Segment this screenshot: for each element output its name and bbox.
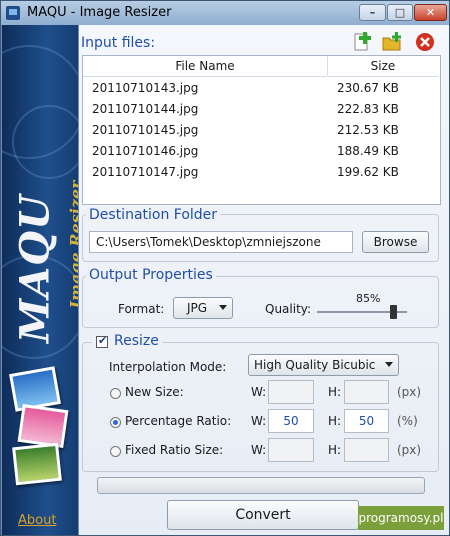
height-input[interactable]: 50 <box>344 409 389 433</box>
file-name-cell: 20110710146.jpg <box>92 144 199 158</box>
width-label: W: <box>251 385 267 399</box>
width-input[interactable]: 50 <box>268 409 314 433</box>
minimize-icon: – <box>369 6 376 19</box>
unit-label: (%) <box>397 414 418 428</box>
progress-bar <box>97 477 425 494</box>
chevron-down-icon <box>219 305 227 310</box>
interpolation-label: Interpolation Mode: <box>109 360 227 374</box>
resize-option-radio[interactable] <box>110 417 121 428</box>
window-title: MAQU - Image Resizer <box>27 5 172 20</box>
app-icon <box>6 6 20 20</box>
brand-logo: MAQU Image Resizer <box>2 175 79 365</box>
width-label: W: <box>251 414 267 428</box>
height-label: H: <box>328 443 342 457</box>
file-size-cell: 222.83 KB <box>337 102 399 116</box>
chevron-down-icon <box>385 362 393 367</box>
height-input[interactable] <box>344 380 389 404</box>
table-row[interactable]: 20110710147.jpg 199.62 KB <box>83 162 438 183</box>
close-button[interactable]: ✕ <box>414 4 447 21</box>
photo-icon-flowers <box>17 403 69 449</box>
unit-label: (px) <box>397 443 422 457</box>
quality-slider-thumb[interactable] <box>390 305 397 319</box>
width-input[interactable] <box>268 380 314 404</box>
file-name-cell: 20110710143.jpg <box>92 81 199 95</box>
quality-label: Quality: <box>265 302 312 316</box>
resize-option-radio[interactable] <box>110 446 121 457</box>
maximize-button[interactable]: □ <box>387 4 413 21</box>
input-files-label: Input files: <box>81 35 156 51</box>
column-header-filename[interactable]: File Name <box>83 56 327 77</box>
file-size-cell: 188.49 KB <box>337 144 399 158</box>
add-folder-icon[interactable] <box>381 31 403 53</box>
column-header-size[interactable]: Size <box>328 56 438 77</box>
destination-path-input[interactable]: C:\Users\Tomek\Desktop\zmniejszone <box>89 231 353 253</box>
sidebar: MAQU Image Resizer <box>2 25 78 535</box>
height-label: H: <box>328 385 342 399</box>
file-size-cell: 212.53 KB <box>337 123 399 137</box>
output-properties-label: Output Properties <box>86 267 216 283</box>
resize-option-label: Percentage Ratio: <box>125 414 232 428</box>
format-value: JPG <box>187 301 208 315</box>
file-size-cell: 199.62 KB <box>337 165 399 179</box>
add-file-icon[interactable] <box>351 31 373 53</box>
file-name-cell: 20110710145.jpg <box>92 123 199 137</box>
convert-button[interactable]: Convert <box>167 500 359 530</box>
height-input[interactable] <box>344 438 389 462</box>
app-window: MAQU - Image Resizer – □ ✕ MAQU Image Re… <box>0 0 450 536</box>
interpolation-select[interactable]: High Quality Bicubic <box>248 354 399 376</box>
resize-checkbox[interactable]: ✔ <box>96 334 108 348</box>
file-size-cell: 230.67 KB <box>337 81 399 95</box>
height-label: H: <box>328 414 342 428</box>
quality-value: 85% <box>356 292 381 305</box>
resize-option-radio[interactable] <box>110 388 121 399</box>
minimize-button[interactable]: – <box>359 4 386 21</box>
table-row[interactable]: 20110710146.jpg 188.49 KB <box>83 141 438 162</box>
close-icon: ✕ <box>425 6 436 19</box>
file-list[interactable]: File Name Size 20110710143.jpg 230.67 KB 2… <box>82 55 441 205</box>
destination-label: Destination Folder <box>86 207 221 223</box>
file-name-cell: 20110710144.jpg <box>92 102 199 116</box>
watermark-logo: programosy.pl <box>358 506 444 530</box>
title-bar[interactable]: MAQU - Image Resizer – □ ✕ <box>1 1 449 25</box>
remove-icon[interactable] <box>414 31 436 53</box>
about-link[interactable]: About <box>18 513 56 528</box>
resize-option-label: New Size: <box>125 385 184 399</box>
format-label: Format: <box>118 302 165 316</box>
file-name-cell: 20110710147.jpg <box>92 165 199 179</box>
table-row[interactable]: 20110710144.jpg 222.83 KB <box>83 99 438 120</box>
photo-icon-landscape <box>12 442 62 486</box>
brand-name: MAQU <box>11 193 59 344</box>
width-input[interactable] <box>268 438 314 462</box>
table-row[interactable]: 20110710145.jpg 212.53 KB <box>83 120 438 141</box>
unit-label: (px) <box>397 385 422 399</box>
interpolation-value: High Quality Bicubic <box>254 358 376 372</box>
width-label: W: <box>251 443 267 457</box>
maximize-icon: □ <box>394 6 406 19</box>
resize-option-label: Fixed Ratio Size: <box>125 443 224 457</box>
browse-button[interactable]: Browse <box>362 231 429 253</box>
format-select[interactable]: JPG <box>173 297 233 319</box>
table-row[interactable]: 20110710143.jpg 230.67 KB <box>83 78 438 99</box>
brand-subtitle: Image Resizer <box>66 180 79 309</box>
checkmark-icon: ✔ <box>98 334 108 347</box>
